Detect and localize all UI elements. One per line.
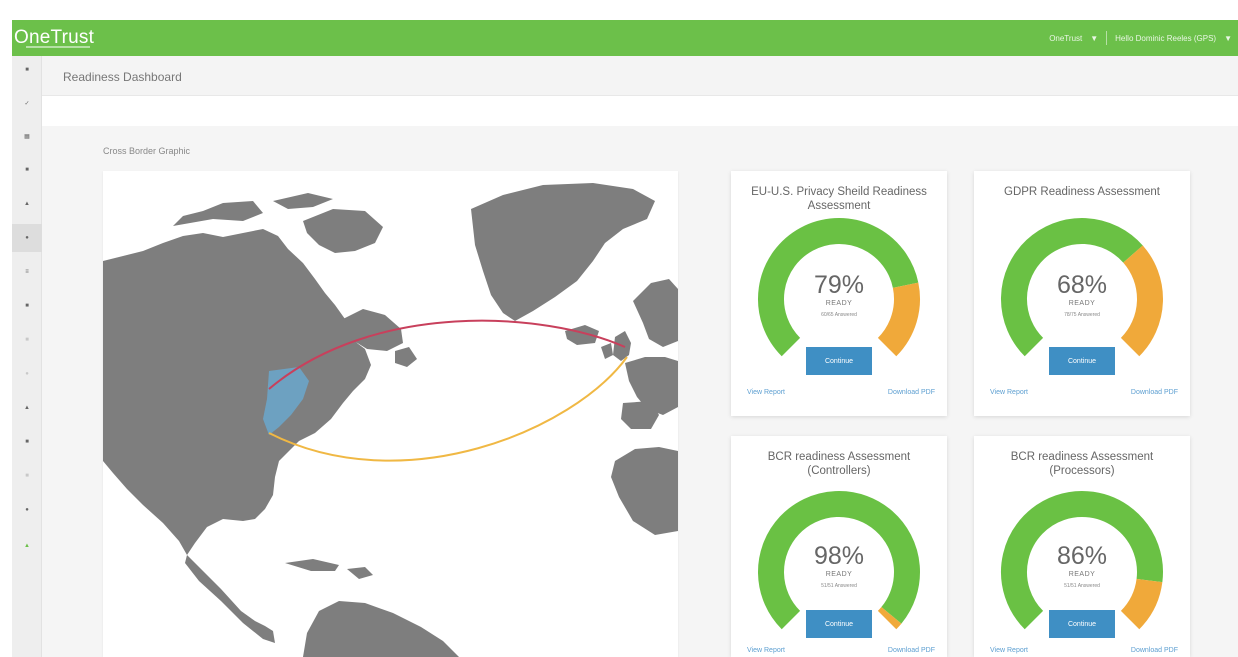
hispaniola <box>347 567 373 579</box>
grid-icon[interactable]: ▦ <box>12 122 42 150</box>
gauge-remaining-segment <box>877 606 902 630</box>
continue-button[interactable]: Continue <box>1049 610 1115 638</box>
gauge-percent: 86% <box>1056 542 1108 570</box>
vendor-icon[interactable]: ■ <box>12 292 42 320</box>
ellesmere-island <box>273 193 333 209</box>
north-america-landmass <box>103 229 371 555</box>
canadian-arctic-islands <box>173 201 263 226</box>
page-title: Readiness Dashboard <box>63 70 182 84</box>
policy-icon[interactable]: ■ <box>12 326 42 354</box>
account-switcher[interactable]: OneTrust <box>1049 34 1082 43</box>
assessment-card-bcr-processors: BCR readiness Assessment (Processors) 86… <box>974 436 1190 657</box>
assessment-card-privacy-shield: EU-U.S. Privacy Sheild Readiness Assessm… <box>731 171 947 416</box>
view-report-link[interactable]: View Report <box>990 647 1028 654</box>
south-america <box>303 601 459 657</box>
download-pdf-link[interactable]: Download PDF <box>888 389 935 396</box>
check-icon[interactable]: ✓ <box>12 89 42 117</box>
world-map-graphic <box>103 183 678 657</box>
assessment-card-bcr-controllers: BCR readiness Assessment (Controllers) 9… <box>731 436 947 657</box>
report-icon[interactable]: ■ <box>12 462 42 490</box>
map-section-title: Cross Border Graphic <box>103 146 191 156</box>
logo-underline <box>26 46 90 48</box>
sidebar: ■ ✓ ▦ ■ ▲ ● ≡ ■ ■ ● ▲ ■ ■ ● ▲ <box>12 56 42 657</box>
continue-button[interactable]: Continue <box>806 610 872 638</box>
top-right-menu: OneTrust ▼ Hello Dominic Reeles (GPS) ▼ <box>1049 20 1238 56</box>
user-menu[interactable]: Hello Dominic Reeles (GPS) <box>1115 34 1216 43</box>
gauge-ready-label: READY <box>1068 571 1096 578</box>
divider <box>1106 31 1108 45</box>
incident-icon[interactable]: ▲ <box>12 394 42 422</box>
dashboard-icon[interactable]: ■ <box>12 56 42 84</box>
user-chevron-down-icon[interactable]: ▼ <box>1224 34 1238 43</box>
card-title: BCR readiness Assessment (Processors) <box>1010 451 1154 477</box>
gauge-ready-label: READY <box>1068 300 1096 307</box>
cross-border-map[interactable] <box>103 171 678 657</box>
greenland <box>471 183 655 321</box>
view-report-link[interactable]: View Report <box>747 647 785 654</box>
gauge-percent: 98% <box>813 542 865 570</box>
continue-button[interactable]: Continue <box>806 347 872 375</box>
north-africa <box>611 447 678 535</box>
iberia <box>621 401 659 429</box>
main-content: Cross Border Graphic EU-U.S. Privacy She… <box>42 96 1238 657</box>
download-pdf-link[interactable]: Download PDF <box>888 647 935 654</box>
gauge-answered-count: 51/51 Answered <box>821 583 857 589</box>
gauge-answered-count: 51/51 Answered <box>1064 583 1100 589</box>
continue-button[interactable]: Continue <box>1049 347 1115 375</box>
page-header: Readiness Dashboard <box>42 56 1238 96</box>
gauge-percent: 79% <box>813 271 865 299</box>
onetrust-icon[interactable]: ▲ <box>12 532 42 560</box>
view-report-link[interactable]: View Report <box>747 389 785 396</box>
view-report-link[interactable]: View Report <box>990 389 1028 396</box>
settings-icon[interactable]: ● <box>12 224 42 252</box>
help-icon[interactable]: ● <box>12 496 42 524</box>
cookie-icon[interactable]: ● <box>12 360 42 388</box>
gauge-ready-label: READY <box>825 300 853 307</box>
gauge-answered-count: 78/75 Answered <box>1064 312 1100 318</box>
people-icon[interactable]: ■ <box>12 428 42 456</box>
download-pdf-link[interactable]: Download PDF <box>1131 647 1178 654</box>
card-title: BCR readiness Assessment (Controllers) <box>767 451 911 477</box>
list-icon[interactable]: ≡ <box>12 258 42 286</box>
card-title: GDPR Readiness Assessment <box>1004 186 1160 198</box>
app-window: OneTrust OneTrust ▼ Hello Dominic Reeles… <box>0 0 1238 657</box>
mexico-central-america <box>185 555 275 643</box>
newfoundland <box>395 347 417 367</box>
scandinavia <box>633 279 678 347</box>
assessment-icon[interactable]: ▲ <box>12 190 42 218</box>
assessment-card-gdpr: GDPR Readiness Assessment 68% READY 78/7… <box>974 171 1190 416</box>
gauge-ready-label: READY <box>825 571 853 578</box>
gauge-answered-count: 60/65 Answered <box>821 312 857 318</box>
gauge-percent: 68% <box>1056 271 1108 299</box>
account-chevron-down-icon[interactable]: ▼ <box>1090 34 1098 43</box>
baffin-island <box>303 209 383 253</box>
card-title: EU-U.S. Privacy Sheild Readiness Assessm… <box>751 186 927 212</box>
ireland <box>601 343 613 359</box>
download-pdf-link[interactable]: Download PDF <box>1131 389 1178 396</box>
top-navbar: OneTrust OneTrust ▼ Hello Dominic Reeles… <box>12 20 1238 56</box>
cuba <box>285 559 339 571</box>
inventory-icon[interactable]: ■ <box>12 156 42 184</box>
